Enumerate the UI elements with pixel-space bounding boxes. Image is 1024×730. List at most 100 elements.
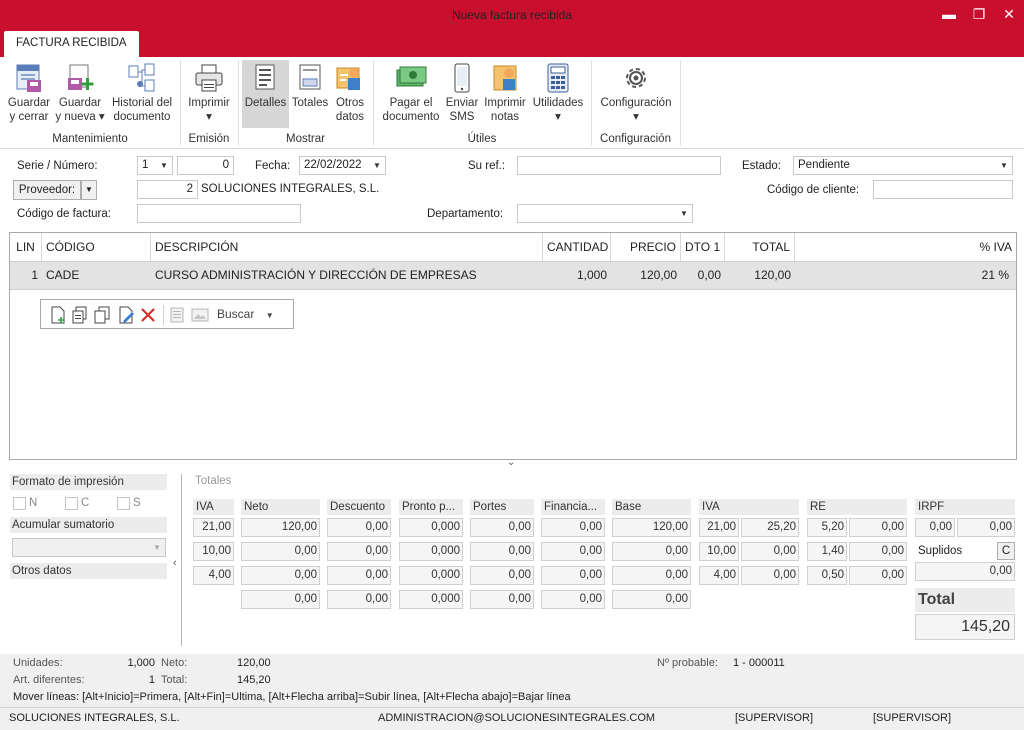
totales-cell: 0,00 — [470, 518, 534, 537]
neto-label: Neto: — [161, 657, 188, 669]
delete-line-icon[interactable] — [139, 306, 157, 324]
col-header-descripcion[interactable]: DESCRIPCIÓN — [151, 233, 543, 261]
check-s[interactable] — [117, 497, 130, 510]
totales-header-base: Base — [612, 499, 691, 515]
totales-header-pronto: Pronto p... — [399, 499, 463, 515]
col-header-cantidad[interactable]: CANTIDAD — [543, 233, 611, 261]
totales-header-financiacion: Financia... — [541, 499, 605, 515]
copy-line-icon[interactable] — [93, 306, 111, 324]
chevron-down-icon: ▼ — [265, 311, 274, 320]
totales-cell: 120,00 — [241, 518, 320, 537]
totales-cell: 21,00 — [699, 518, 739, 537]
totales-cell: 5,20 — [807, 518, 847, 537]
other-data-icon — [334, 62, 366, 94]
totales-button[interactable]: Totales — [290, 62, 330, 110]
calculator-icon — [542, 62, 574, 94]
totales-cell: 0,00 — [470, 542, 534, 561]
suref-label: Su ref.: — [468, 160, 506, 172]
status-email: ADMINISTRACION@SOLUCIONESINTEGRALES.COM — [378, 712, 656, 724]
guardar-cerrar-button[interactable]: Guardar y cerrar — [6, 62, 52, 124]
pagar-documento-button[interactable]: Pagar el documento — [380, 62, 442, 124]
detalles-button[interactable]: Detalles — [242, 60, 289, 128]
row-cantidad: 1,000 — [576, 268, 607, 282]
row-total: 120,00 — [754, 268, 791, 282]
acumular-select[interactable]: ▼ — [12, 538, 166, 557]
col-header-codigo[interactable]: CÓDIGO — [42, 233, 151, 261]
save-new-icon — [64, 62, 96, 94]
table-row[interactable]: 1 CADE CURSO ADMINISTRACIÓN Y DIRECCIÓN … — [10, 261, 1016, 290]
collapse-left-icon[interactable]: ‹ — [173, 557, 177, 569]
factura-field[interactable] — [137, 204, 301, 223]
restore-button[interactable]: ❐ — [964, 0, 994, 28]
group-configuracion: Configuración — [600, 133, 671, 145]
tab-factura-recibida[interactable]: FACTURA RECIBIDA — [4, 31, 139, 57]
totals-icon — [294, 62, 326, 94]
cliente-field[interactable] — [873, 180, 1013, 199]
collapse-chevron-icon[interactable]: ⌄ — [507, 457, 515, 468]
departamento-select[interactable]: ▼ — [517, 204, 693, 223]
formato-impresion-header: Formato de impresión — [10, 474, 167, 490]
chevron-down-icon[interactable]: ▼ — [369, 157, 385, 174]
totales-cell: 4,00 — [699, 566, 739, 585]
proveedor-dropdown[interactable]: ▼ — [81, 180, 97, 200]
tab-bar — [0, 31, 1024, 57]
suref-field[interactable] — [517, 156, 721, 175]
configuracion-button[interactable]: Configuración ▾ — [596, 62, 676, 124]
otros-datos-button[interactable]: Otros datos — [332, 62, 368, 124]
guardar-nueva-button[interactable]: Guardar y nueva ▾ — [55, 62, 105, 124]
check-n[interactable] — [13, 497, 26, 510]
col-header-lin[interactable]: LIN — [10, 233, 42, 261]
chevron-down-icon: ▼ — [680, 209, 688, 218]
serie-select[interactable]: 1 ▼ — [137, 156, 173, 175]
buscar-button[interactable]: Buscar ▼ — [217, 307, 274, 321]
col-header-dto[interactable]: DTO 1 — [681, 233, 725, 261]
utilidades-button[interactable]: Utilidades ▾ — [530, 62, 586, 124]
totales-cell: 21,00 — [193, 518, 234, 537]
proveedor-number-field[interactable]: 2 — [137, 180, 198, 199]
check-c[interactable] — [65, 497, 78, 510]
imprimir-notas-button[interactable]: Imprimir notas — [482, 62, 528, 124]
close-button[interactable]: ✕ — [994, 0, 1024, 28]
totales-cell: 0,00 — [327, 518, 391, 537]
irpf-percent: 0,00 — [915, 518, 955, 537]
totales-cell: 0,00 — [327, 542, 391, 561]
irpf-amount: 0,00 — [957, 518, 1015, 537]
cliente-label: Código de cliente: — [767, 184, 860, 196]
numero-field[interactable]: 0 — [177, 156, 234, 175]
historial-documento-button[interactable]: Historial del documento — [108, 62, 176, 124]
totales-header-portes: Portes — [470, 499, 534, 515]
fecha-label: Fecha: — [255, 160, 291, 172]
proveedor-button[interactable]: Proveedor: — [13, 180, 81, 200]
enviar-sms-button[interactable]: Enviar SMS — [444, 62, 480, 124]
col-header-precio[interactable]: PRECIO — [611, 233, 681, 261]
row-precio: 120,00 — [640, 268, 677, 282]
suplidos-button[interactable]: C — [997, 542, 1015, 560]
acumular-header: Acumular sumatorio — [10, 517, 167, 533]
save-close-icon — [13, 62, 45, 94]
unidades-label: Unidades: — [13, 657, 63, 669]
totales-cell: 0,00 — [241, 542, 320, 561]
col-header-total[interactable]: TOTAL — [725, 233, 795, 261]
totales-header-descuento: Descuento — [327, 499, 391, 515]
row-iva: 21 % — [981, 268, 1009, 282]
departamento-label: Departamento: — [427, 208, 504, 220]
totales-cell: 0,50 — [807, 566, 847, 585]
nprob-label: Nº probable: — [657, 657, 718, 669]
art-label: Art. diferentes: — [13, 674, 85, 686]
gear-icon — [620, 62, 652, 94]
imprimir-button[interactable]: Imprimir ▾ — [186, 62, 232, 124]
fecha-field[interactable]: 22/02/2022 ▼ — [299, 156, 386, 175]
minimize-button[interactable]: ▬ — [934, 0, 964, 28]
nprob-value: 1 - 000011 — [733, 657, 785, 669]
check-s-label: S — [133, 497, 141, 509]
estado-select[interactable]: Pendiente ▼ — [793, 156, 1013, 175]
insert-line-icon[interactable] — [71, 306, 89, 324]
suplidos-label: Suplidos — [918, 545, 963, 557]
totales-cell: 0,00 — [541, 518, 605, 537]
factura-label: Código de factura: — [17, 208, 111, 220]
col-header-iva[interactable]: % IVA — [795, 233, 1016, 261]
edit-line-icon[interactable] — [117, 306, 135, 324]
status-user: [SUPERVISOR] — [735, 712, 814, 724]
new-line-icon[interactable] — [49, 306, 67, 324]
panel-divider — [181, 474, 182, 646]
